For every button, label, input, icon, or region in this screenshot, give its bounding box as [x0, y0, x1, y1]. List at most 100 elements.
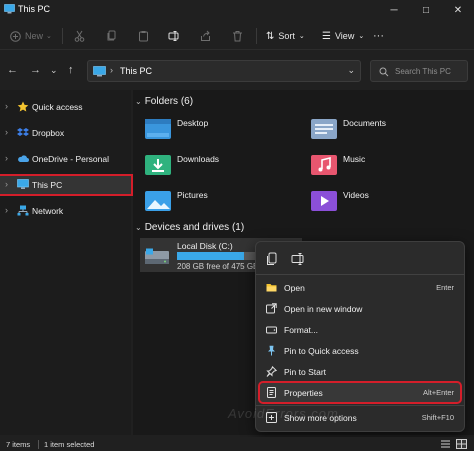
music-folder-icon	[311, 155, 337, 175]
menu-item-open-new-window[interactable]: Open in new window	[260, 299, 460, 318]
up-arrow-icon[interactable]: ↑	[68, 64, 74, 76]
folder-label: Videos	[343, 190, 369, 200]
back-arrow-icon[interactable]: ←	[7, 64, 18, 76]
address-bar[interactable]: › This PC ⌄	[87, 60, 361, 82]
menu-item-label: Pin to Quick access	[284, 346, 359, 356]
item-count: 7 items	[6, 440, 31, 449]
drive-name: Local Disk (C:)	[177, 241, 233, 251]
folders-section-header[interactable]: ⌄ Folders (6)	[135, 96, 193, 107]
sidebar-item-quick-access[interactable]: › Quick access	[0, 98, 131, 116]
menu-item-pin-start[interactable]: Pin to Start	[260, 362, 460, 381]
search-input[interactable]: Search This PC	[370, 60, 468, 82]
share-button[interactable]	[200, 27, 211, 45]
folder-documents[interactable]: Documents	[310, 116, 450, 146]
sidebar-item-label: Network	[32, 206, 64, 216]
view-label: View	[334, 31, 355, 41]
cut-icon	[74, 30, 85, 42]
cut-button[interactable]	[74, 27, 85, 45]
section-title: Folders (6)	[144, 96, 194, 107]
videos-folder-icon	[311, 191, 337, 211]
more-button[interactable]: ···	[373, 27, 384, 45]
command-bar: New ⌄ ⇅ Sort ⌄ ☰ View ⌄ ···	[0, 22, 474, 50]
context-menu: Open Enter Open in new window Format... …	[255, 241, 465, 432]
menu-item-pin-quick-access[interactable]: Pin to Quick access	[260, 341, 460, 360]
chevron-right-icon[interactable]: ›	[5, 127, 8, 137]
new-button[interactable]: New ⌄	[10, 27, 52, 45]
network-icon	[17, 205, 29, 216]
view-button[interactable]: ☰ View ⌄	[322, 27, 364, 45]
downloads-folder-icon	[145, 155, 171, 175]
menu-divider	[256, 274, 464, 275]
menu-item-label: Pin to Start	[284, 367, 327, 377]
folder-label: Pictures	[177, 190, 208, 200]
breadcrumb-chevron-icon: ›	[110, 65, 113, 75]
folder-label: Music	[343, 154, 366, 164]
folder-videos[interactable]: Videos	[310, 188, 450, 218]
close-button[interactable]: ✕	[442, 0, 474, 20]
search-placeholder: Search This PC	[395, 67, 451, 76]
copy-button[interactable]	[106, 27, 117, 45]
search-icon	[379, 67, 389, 77]
drive-free-space: 208 GB free of 475 GB	[177, 262, 259, 271]
pin-icon	[268, 345, 275, 356]
rename-button[interactable]	[168, 27, 180, 45]
sidebar-item-this-pc[interactable]: › This PC	[0, 174, 133, 196]
selection-count: 1 item selected	[44, 440, 95, 449]
chevron-right-icon[interactable]: ›	[5, 153, 8, 163]
menu-item-properties[interactable]: Properties Alt+Enter	[258, 381, 462, 404]
chevron-right-icon[interactable]: ›	[5, 205, 8, 215]
breadcrumb[interactable]: This PC	[120, 66, 152, 76]
folder-downloads[interactable]: Downloads	[144, 152, 284, 182]
new-window-icon	[266, 303, 277, 314]
sidebar-item-network[interactable]: › Network	[0, 202, 131, 220]
sidebar-item-label: This PC	[32, 180, 63, 190]
title-bar: This PC ─ □ ✕	[0, 0, 474, 20]
chevron-right-icon[interactable]: ›	[5, 101, 8, 111]
menu-item-label: Open	[284, 283, 305, 293]
tiles-view-icon[interactable]	[456, 439, 467, 449]
menu-item-shortcut: Enter	[436, 283, 454, 292]
chevron-down-icon: ⌄	[358, 33, 365, 40]
recent-chevron-icon[interactable]: ⌄	[50, 65, 58, 76]
menu-item-shortcut: Shift+F10	[421, 413, 454, 422]
sidebar-item-label: Dropbox	[32, 128, 65, 138]
toolbar-divider	[256, 28, 257, 44]
drive-usage-fill	[177, 252, 245, 260]
chevron-right-icon[interactable]: ›	[5, 179, 8, 189]
status-bar: 7 items 1 item selected	[0, 437, 474, 451]
sort-button[interactable]: ⇅ Sort ⌄	[266, 27, 305, 45]
menu-item-label: Properties	[284, 388, 323, 398]
sidebar-item-dropbox[interactable]: › Dropbox	[0, 124, 131, 142]
menu-item-format[interactable]: Format...	[260, 320, 460, 339]
folder-label: Downloads	[177, 154, 220, 164]
chevron-down-icon[interactable]: ⌄	[347, 65, 355, 76]
address-row: ← → ⌄ ↑ › This PC ⌄ Search This PC	[0, 54, 474, 88]
details-view-icon[interactable]	[440, 439, 451, 449]
format-icon	[266, 326, 277, 334]
rename-icon	[168, 31, 179, 41]
open-folder-icon	[266, 284, 277, 292]
maximize-button[interactable]: □	[410, 0, 442, 20]
minimize-button[interactable]: ─	[378, 0, 410, 20]
folder-pictures[interactable]: Pictures	[144, 188, 284, 218]
rename-icon[interactable]	[290, 251, 306, 267]
copy-icon[interactable]	[264, 251, 280, 267]
paste-button[interactable]	[138, 27, 149, 45]
delete-button[interactable]	[232, 27, 243, 45]
folder-music[interactable]: Music	[310, 152, 450, 182]
navigation-pane: › Quick access › Dropbox › OneDrive - Pe…	[0, 90, 133, 435]
share-icon	[201, 30, 210, 41]
drives-section-header[interactable]: ⌄ Devices and drives (1)	[135, 222, 244, 233]
forward-arrow-icon[interactable]: →	[30, 64, 41, 76]
hard-drive-icon	[145, 248, 169, 264]
trash-icon	[233, 31, 242, 42]
pictures-folder-icon	[145, 191, 171, 211]
menu-item-label: Format...	[284, 325, 319, 335]
folder-desktop[interactable]: Desktop	[144, 116, 284, 146]
monitor-icon	[4, 4, 15, 14]
documents-folder-icon	[311, 119, 337, 139]
menu-item-open[interactable]: Open Enter	[260, 278, 460, 297]
sidebar-item-onedrive[interactable]: › OneDrive - Personal	[0, 150, 131, 168]
chevron-down-icon: ⌄	[135, 97, 142, 106]
status-divider	[38, 440, 39, 449]
